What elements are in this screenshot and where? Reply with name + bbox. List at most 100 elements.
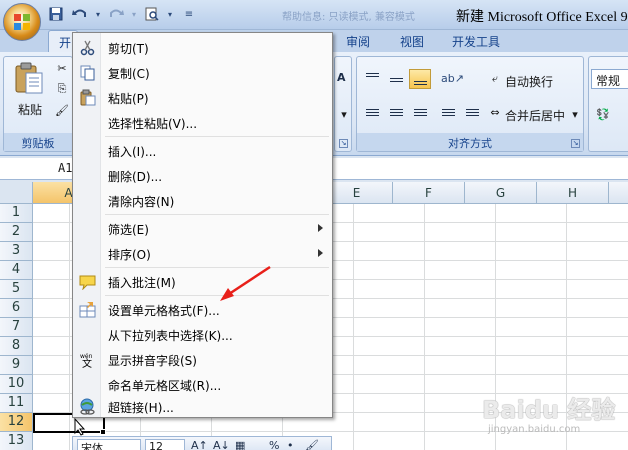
menu-item-pick-from-list[interactable]: 从下拉列表中选择(K)...	[73, 322, 332, 346]
percent-button[interactable]: %	[269, 439, 279, 450]
menu-item-insert[interactable]: 插入(I)...	[73, 138, 332, 162]
menu-item-paste[interactable]: 粘贴(P)	[73, 85, 332, 109]
menu-item-define-name[interactable]: 命名单元格区域(R)...	[73, 372, 332, 396]
currency-icon[interactable]: 💱	[595, 107, 611, 123]
format-cells-icon	[79, 302, 96, 318]
menu-item-phonetic[interactable]: wén 文 显示拼音字段(S)	[73, 347, 332, 371]
baidu-watermark: Baidu 经验 jingyan.baidu.com	[478, 388, 623, 442]
watermark-url: jingyan.baidu.com	[488, 424, 581, 435]
menu-item-insert-comment[interactable]: 插入批注(M)	[73, 269, 332, 293]
menu-item-label: 粘贴(P)	[108, 92, 149, 106]
phonetic-icon: wén文	[80, 353, 93, 368]
paste-button-label[interactable]: 粘贴	[18, 101, 42, 118]
chevron-down-icon[interactable]: ▾	[336, 107, 352, 123]
chevron-down-icon[interactable]: ▾	[94, 5, 102, 23]
row-header[interactable]: 2	[0, 223, 33, 242]
mini-font-combo[interactable]: 宋体	[77, 439, 141, 450]
row-header[interactable]: 10	[0, 375, 33, 394]
merge-center-icon[interactable]: ⇔	[487, 105, 503, 121]
merge-center-button[interactable]: 合并后居中	[505, 107, 565, 124]
grow-font-icon[interactable]: A↑	[191, 439, 208, 450]
tab-developer[interactable]: 开发工具	[452, 33, 500, 50]
comma-style-icon[interactable]: •	[287, 439, 294, 450]
dialog-launcher-icon[interactable]: ↘	[571, 139, 580, 148]
grow-font-icon[interactable]: A	[337, 71, 346, 84]
paste-icon[interactable]	[12, 61, 46, 95]
align-right-icon[interactable]	[409, 103, 431, 123]
wrap-text-button[interactable]: 自动换行	[505, 73, 553, 90]
quick-access-toolbar: ▾ ▾ ▾ ≡	[46, 5, 194, 23]
menu-item-sort[interactable]: 排序(O)	[73, 241, 332, 265]
row-header[interactable]: 7	[0, 318, 33, 337]
customize-qat-icon[interactable]: ≡	[184, 5, 194, 23]
row-header[interactable]: 4	[0, 261, 33, 280]
menu-separator	[105, 214, 329, 215]
chevron-down-icon[interactable]: ▾	[567, 107, 583, 123]
alignment-group-label: 对齐方式	[357, 133, 583, 151]
align-left-icon[interactable]	[361, 103, 383, 123]
wrap-text-icon[interactable]: ⤶	[487, 71, 503, 87]
clipboard-group: 粘贴 ✂ ⎘ 🖌 剪贴板	[3, 56, 73, 152]
shrink-font-icon[interactable]: A↓	[213, 439, 230, 450]
row-header[interactable]: 1	[0, 204, 33, 223]
menu-separator	[105, 267, 329, 268]
fill-handle[interactable]	[100, 429, 106, 435]
submenu-arrow-icon	[318, 249, 323, 257]
menu-item-label: 排序(O)	[108, 248, 151, 262]
copy-icon[interactable]: ⎘	[54, 81, 70, 97]
menu-item-filter[interactable]: 筛选(E)	[73, 216, 332, 240]
format-painter-icon[interactable]: 🖌	[305, 439, 319, 450]
row-header[interactable]: 9	[0, 356, 33, 375]
menu-item-delete[interactable]: 删除(D)...	[73, 163, 332, 187]
align-bottom-icon[interactable]	[409, 69, 431, 89]
row-header[interactable]: 8	[0, 337, 33, 356]
menu-item-label: 删除(D)...	[108, 170, 163, 184]
mini-size-combo[interactable]: 12	[145, 439, 185, 450]
number-group: 常规 💱	[588, 56, 628, 152]
row-header[interactable]: 11	[0, 394, 33, 413]
column-header[interactable]: G	[465, 182, 537, 204]
align-top-icon[interactable]	[361, 69, 383, 89]
menu-item-label: 命名单元格区域(R)...	[108, 379, 222, 393]
font-group-edge: A ▾ ↘	[334, 56, 352, 152]
menu-item-format-cells[interactable]: 设置单元格格式(F)...	[73, 297, 332, 321]
tab-review[interactable]: 审阅	[346, 33, 370, 50]
menu-item-label: 设置单元格格式(F)...	[108, 304, 220, 318]
chevron-down-icon[interactable]: ▾	[130, 5, 138, 23]
row-header[interactable]: 12	[0, 413, 33, 432]
row-header[interactable]: 3	[0, 242, 33, 261]
align-center-icon[interactable]	[385, 103, 407, 123]
column-header[interactable]	[609, 182, 628, 204]
dialog-launcher-icon[interactable]: ↘	[339, 139, 348, 148]
orientation-icon[interactable]: ab↗	[437, 69, 464, 89]
office-button[interactable]	[3, 3, 41, 41]
undo-icon[interactable]	[70, 5, 90, 23]
row-header[interactable]: 6	[0, 299, 33, 318]
menu-item-label: 选择性粘贴(V)...	[108, 117, 198, 131]
row-header[interactable]: 5	[0, 280, 33, 299]
menu-item-label: 插入(I)...	[108, 145, 157, 159]
tab-view[interactable]: 视图	[400, 33, 424, 50]
menu-item-clear-contents[interactable]: 清除内容(N)	[73, 188, 332, 212]
print-preview-icon[interactable]	[142, 5, 162, 23]
redo-icon[interactable]	[106, 5, 126, 23]
column-header[interactable]: H	[537, 182, 609, 204]
menu-item-cut[interactable]: 剪切(T)	[73, 35, 332, 59]
decrease-indent-icon[interactable]	[437, 103, 459, 123]
save-icon[interactable]	[46, 5, 66, 23]
svg-text:文: 文	[82, 357, 92, 368]
format-painter-icon[interactable]: 🖌	[54, 103, 70, 119]
number-format-combo[interactable]: 常规	[591, 69, 628, 89]
row-header[interactable]: 13	[0, 432, 33, 450]
align-middle-icon[interactable]	[385, 69, 407, 89]
chevron-down-icon[interactable]: ▾	[166, 5, 174, 23]
menu-item-copy[interactable]: 复制(C)	[73, 60, 332, 84]
increase-indent-icon[interactable]	[461, 103, 483, 123]
currency-icon[interactable]: ▦	[235, 439, 245, 450]
column-header[interactable]: F	[393, 182, 465, 204]
window-title: 新建 Microsoft Office Excel 97	[456, 10, 628, 25]
scissors-icon[interactable]: ✂	[54, 61, 70, 77]
menu-item-hyperlink[interactable]: 超链接(H)...	[73, 394, 332, 418]
menu-item-paste-special[interactable]: 选择性粘贴(V)...	[73, 110, 332, 134]
select-all-corner[interactable]	[0, 182, 33, 204]
